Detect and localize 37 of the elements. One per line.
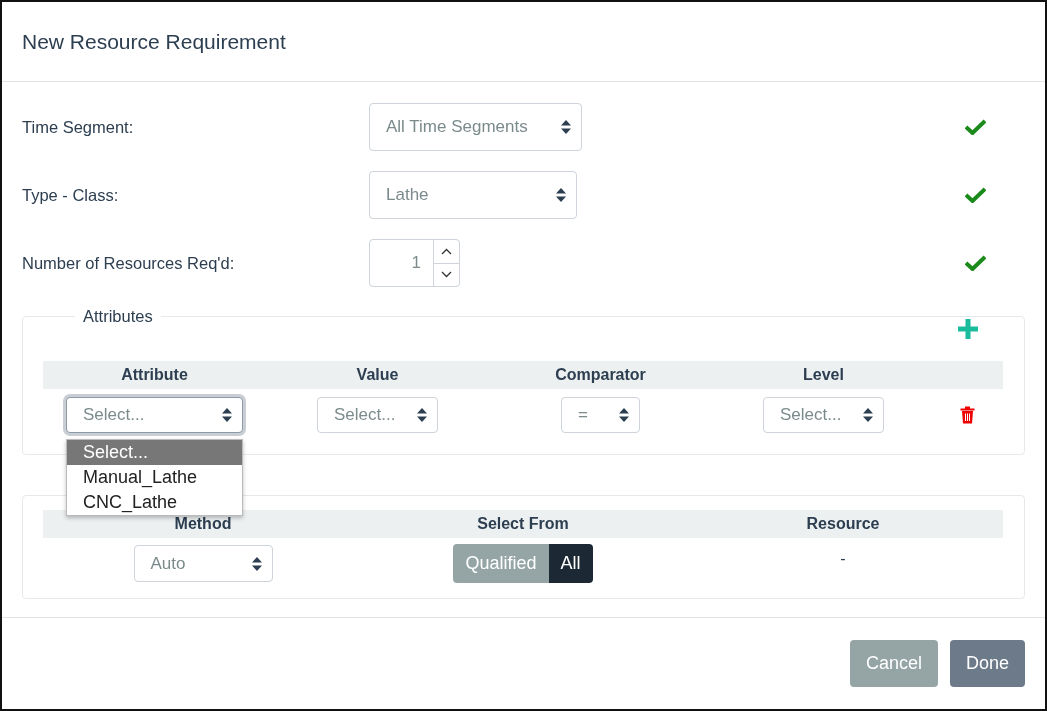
caret-icon	[619, 407, 629, 422]
field-label: Time Segment:	[22, 116, 135, 138]
field-label: Type - Class:	[22, 184, 120, 206]
caret-icon	[556, 188, 566, 202]
section-legend: Attributes	[75, 307, 161, 327]
column-header: Level	[802, 364, 845, 385]
column-header: Comparator	[554, 364, 647, 385]
delete-icon[interactable]	[959, 405, 975, 424]
caret-icon	[561, 120, 571, 134]
caret-icon	[863, 407, 873, 422]
column-header: Value	[355, 364, 400, 385]
field-label: Number of Resources Req'd:	[22, 252, 236, 274]
resource-value: -	[840, 548, 846, 569]
dropdown-option[interactable]: CNC_Lathe	[67, 489, 242, 515]
dropdown-option[interactable]: Select...	[67, 439, 242, 465]
select-field[interactable]: Select...	[317, 396, 438, 433]
select-field[interactable]: Lathe	[369, 171, 577, 219]
done-button[interactable]: Done	[949, 640, 1025, 687]
caret-icon	[222, 407, 232, 422]
dropdown-option[interactable]: Manual_Lathe	[67, 464, 242, 490]
select-field[interactable]: Auto	[133, 545, 273, 583]
dialog-title: New Resource Requirement	[22, 28, 286, 55]
chevron-up-icon[interactable]	[441, 247, 452, 255]
select-field[interactable]: All Time Segments	[369, 103, 582, 151]
column-header: Select From	[476, 513, 570, 534]
caret-icon	[417, 407, 427, 422]
toggle-option[interactable]: All	[548, 544, 593, 584]
select-field[interactable]: =	[561, 396, 640, 433]
column-header: Method	[173, 513, 233, 534]
chevron-down-icon[interactable]	[441, 271, 452, 279]
select-field[interactable]: Select...	[66, 396, 243, 433]
column-header: Attribute	[120, 364, 189, 385]
select-field[interactable]: Select...	[763, 396, 884, 433]
cancel-button[interactable]: Cancel	[849, 640, 938, 687]
column-header: Resource	[805, 513, 881, 534]
toggle-option[interactable]: Qualified	[453, 544, 549, 584]
caret-icon	[251, 556, 262, 571]
